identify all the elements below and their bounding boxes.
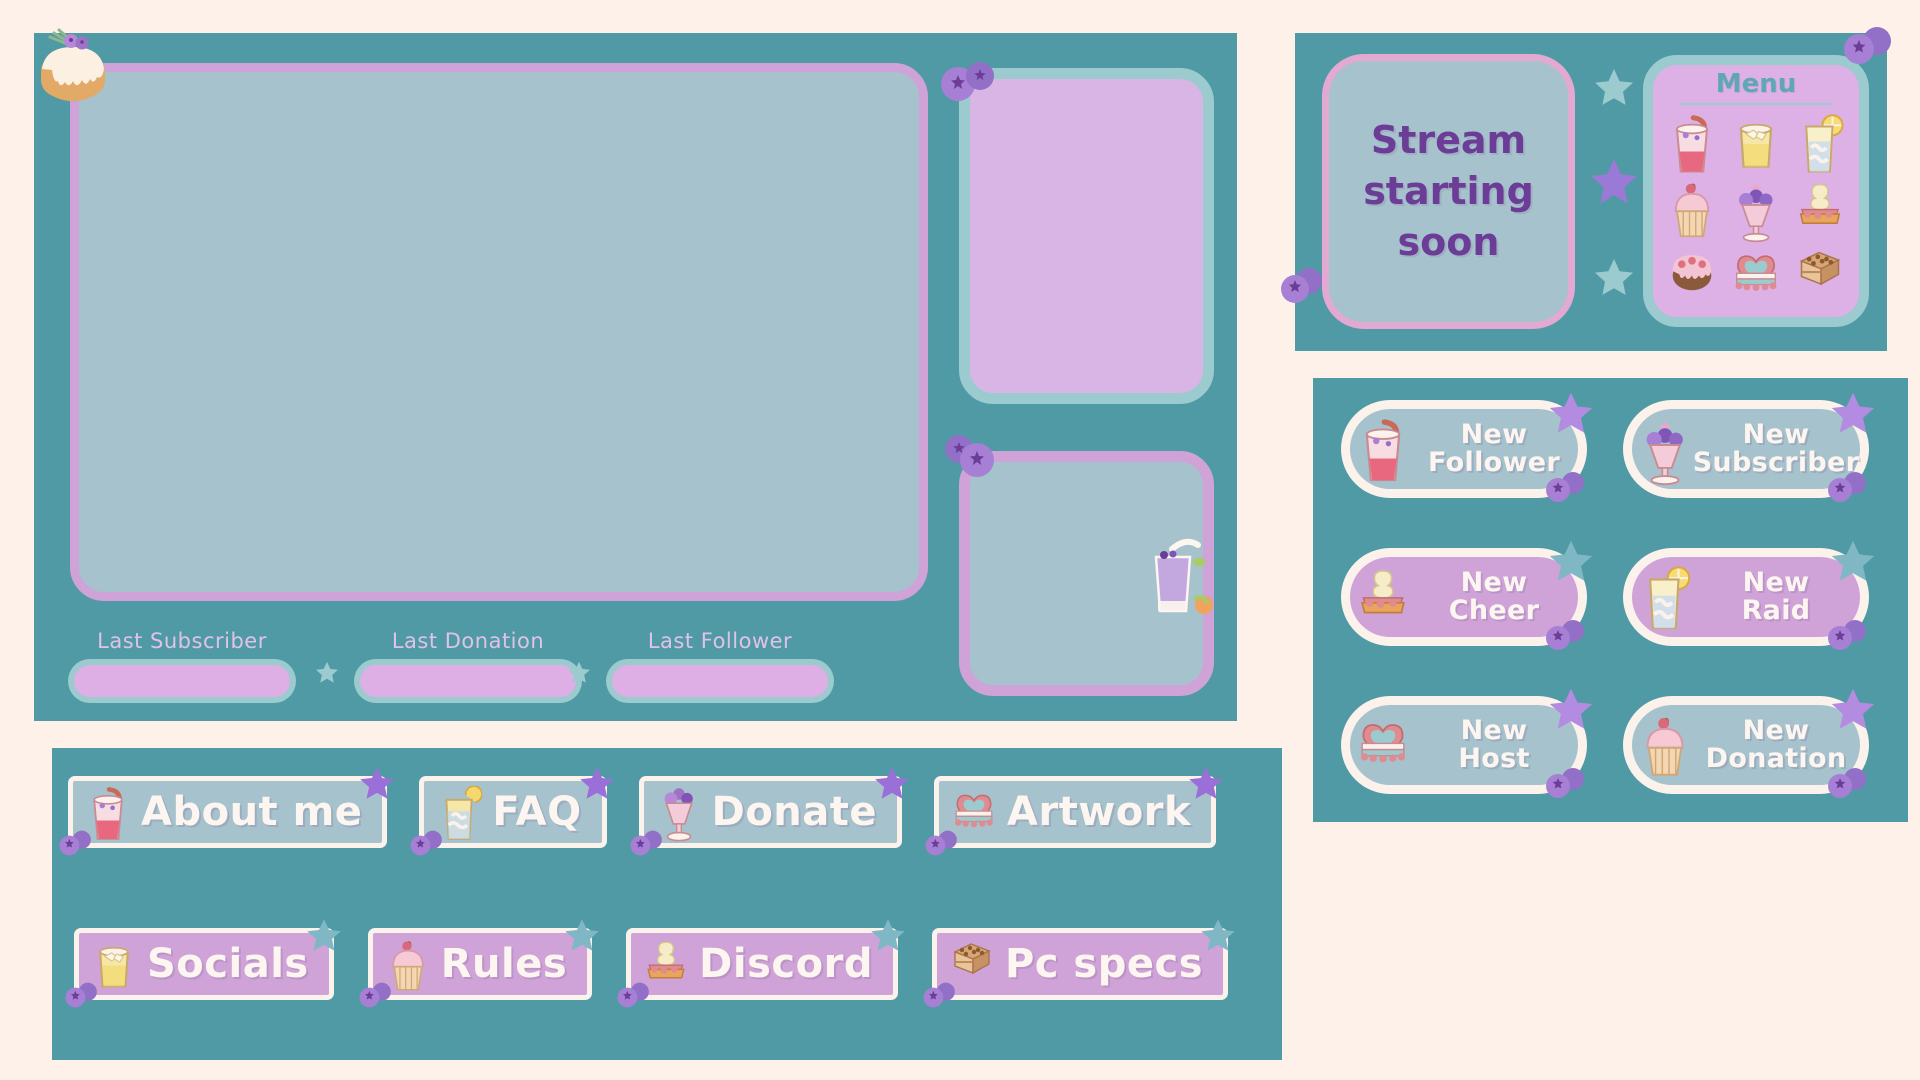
- purple-star-icon: [1187, 765, 1225, 803]
- teal-star-icon: [1199, 917, 1237, 955]
- last-follower-value-text: [612, 665, 828, 697]
- link-button-label: Pc specs: [1004, 941, 1203, 987]
- alert-raid[interactable]: New Raid: [1623, 540, 1875, 650]
- starting-soon-line-1: Stream: [1370, 117, 1527, 162]
- link-button-pc-specs[interactable]: Pc specs: [923, 919, 1235, 1008]
- menu-card: Menu: [1643, 55, 1869, 327]
- star-divider-icon-2: [566, 660, 592, 691]
- cream-tart-icon: [1356, 566, 1410, 628]
- last-donation-value[interactable]: [354, 659, 582, 703]
- menu-icon-grid: [1653, 111, 1859, 307]
- last-subscriber-value[interactable]: [68, 659, 296, 703]
- teal-star-icon: [563, 917, 601, 955]
- link-button-label: Socials: [147, 941, 309, 987]
- alert-host[interactable]: New Host: [1341, 688, 1593, 798]
- purple-star-icon: [873, 765, 911, 803]
- blueberry-icon: [1825, 766, 1871, 800]
- blueberry-icon: [1543, 470, 1589, 504]
- purple-star-icon: [1547, 390, 1595, 438]
- menu-title: Menu: [1715, 69, 1797, 99]
- blueberry-icon: [1543, 618, 1589, 652]
- menu-divider: [1680, 103, 1832, 105]
- link-buttons-panel: About me FAQ Donate Artwork Socials Rules Dis…: [52, 748, 1282, 1060]
- purple-star-icon: [1829, 390, 1877, 438]
- last-donation-label: Last Donation: [391, 629, 545, 653]
- alert-graphics-panel: New Follower New Subscriber New Cheer New Raid N…: [1313, 378, 1908, 822]
- blueberry-icon: [921, 981, 959, 1009]
- link-button-label: Donate: [711, 789, 878, 835]
- link-button-label: About me: [141, 789, 363, 835]
- info-group-last-donation: Last Donation: [354, 629, 582, 703]
- blueberry-icon: [357, 981, 395, 1009]
- link-button-artwork[interactable]: Artwork: [925, 767, 1223, 856]
- button-row-top: About me FAQ Donate Artwork: [52, 767, 1282, 856]
- alert-follower[interactable]: New Follower: [1341, 392, 1593, 502]
- info-group-last-subscriber: Last Subscriber: [68, 629, 296, 703]
- link-button-about-me[interactable]: About me: [59, 767, 395, 856]
- blueberry-icon: [408, 829, 446, 857]
- lemonade-glass-icon: [1638, 566, 1692, 630]
- heart-cake-icon: [1356, 714, 1410, 776]
- info-group-last-follower: Last Follower: [606, 629, 834, 703]
- link-button-socials[interactable]: Socials: [65, 919, 341, 1008]
- strawberry-milkshake-icon: [1667, 114, 1717, 173]
- link-button-label: Rules: [440, 941, 568, 987]
- stream-overlay-pack: Last Subscriber Last Donation Last Follo…: [0, 0, 1920, 1080]
- star-divider-icon: [314, 660, 340, 691]
- blueberry-icon: [1825, 470, 1871, 504]
- blueberry-parfait-icon: [1638, 418, 1692, 486]
- teal-star-icon: [305, 917, 343, 955]
- strawberry-milkshake-icon: [1356, 418, 1410, 482]
- link-button-rules[interactable]: Rules: [359, 919, 599, 1008]
- blueberry-parfait-icon: [1731, 180, 1781, 243]
- purple-star-icon: [358, 765, 396, 803]
- starting-soon-line-3: soon: [1397, 220, 1500, 265]
- heart-cake-icon: [1731, 246, 1781, 304]
- teal-star-icon: [869, 917, 907, 955]
- webcam-placeholder: [79, 72, 919, 592]
- alert-donation[interactable]: New Donation: [1623, 688, 1875, 798]
- link-button-label: Artwork: [1007, 789, 1192, 835]
- tiramisu-icon: [1795, 246, 1845, 304]
- blueberry-icon: [615, 981, 653, 1009]
- link-button-label: Discord: [699, 941, 873, 987]
- link-button-donate[interactable]: Donate: [630, 767, 909, 856]
- alert-subscriber[interactable]: New Subscriber: [1623, 392, 1875, 502]
- purple-star-icon: [578, 765, 616, 803]
- strawberry-bundt-icon: [1667, 246, 1717, 304]
- starting-soon-line-2: starting: [1363, 168, 1534, 213]
- alert-cheer[interactable]: New Cheer: [1341, 540, 1593, 650]
- main-overlay-panel: Last Subscriber Last Donation Last Follo…: [34, 28, 1237, 721]
- teal-star-icon: [1547, 538, 1595, 586]
- lemon-drink-icon: [1731, 114, 1781, 172]
- last-donation-value-text: [360, 665, 576, 697]
- blueberry-icon: [57, 829, 95, 857]
- teal-star-icon: [1829, 538, 1877, 586]
- cherry-cupcake-icon: [1667, 180, 1717, 238]
- starting-soon-panel: Stream starting soon Menu: [1281, 27, 1891, 351]
- purple-star-icon: [1829, 686, 1877, 734]
- link-button-faq[interactable]: FAQ: [410, 767, 614, 856]
- lemonade-glass-icon: [1795, 114, 1845, 173]
- star-column: [1591, 63, 1637, 325]
- purple-star-icon: [1547, 686, 1595, 734]
- last-follower-value[interactable]: [606, 659, 834, 703]
- starting-soon-card: Stream starting soon: [1322, 54, 1575, 329]
- blueberry-icon: [628, 829, 666, 857]
- last-follower-label: Last Follower: [647, 629, 793, 653]
- last-subscriber-value-text: [74, 665, 290, 697]
- alert-display-box[interactable]: [959, 68, 1214, 404]
- blueberry-icon: [1825, 618, 1871, 652]
- webcam-frame[interactable]: [70, 63, 928, 601]
- link-button-label: FAQ: [492, 789, 582, 835]
- blueberry-icon: [63, 981, 101, 1009]
- cherry-cupcake-icon: [1638, 714, 1692, 776]
- chat-display-box[interactable]: [959, 451, 1214, 696]
- button-row-bottom: Socials Rules Discord Pc specs: [52, 919, 1282, 1008]
- blueberry-icon: [923, 829, 961, 857]
- last-subscriber-label: Last Subscriber: [97, 629, 267, 653]
- cream-tart-icon: [1795, 180, 1845, 238]
- blueberry-icon: [1543, 766, 1589, 800]
- link-button-discord[interactable]: Discord: [617, 919, 905, 1008]
